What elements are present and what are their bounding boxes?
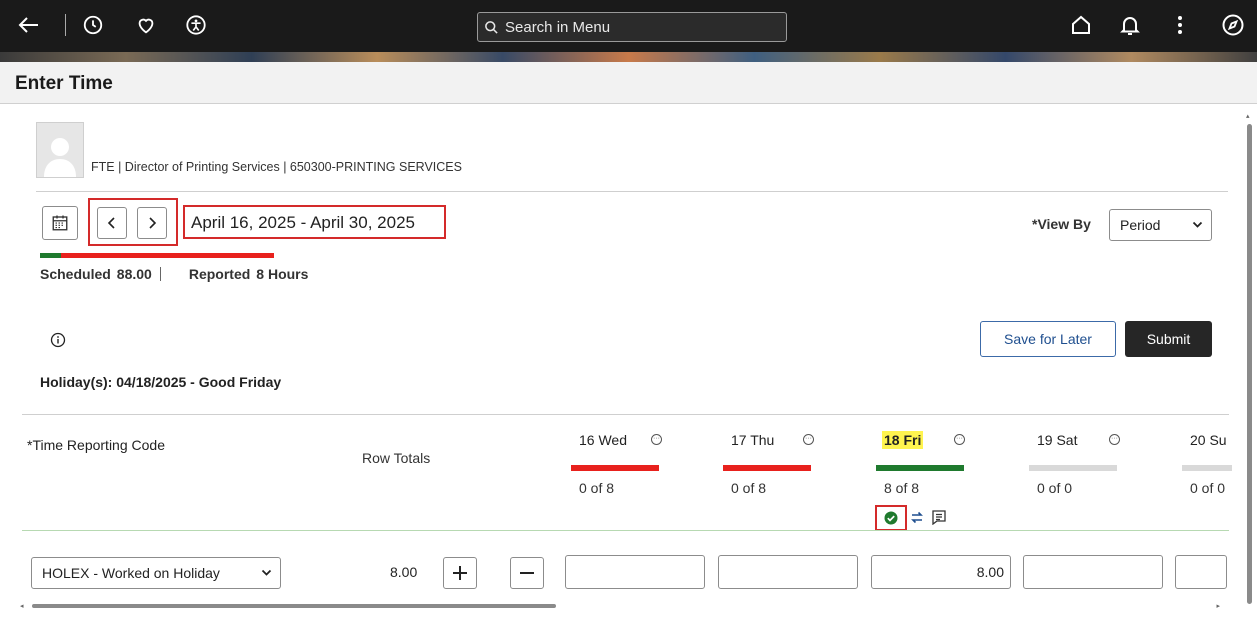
comment-icon[interactable] (931, 509, 947, 530)
calendar-icon (52, 215, 68, 231)
reported-progress-bar (40, 253, 274, 258)
approved-check-icon[interactable] (884, 511, 898, 530)
view-by-selected: Period (1120, 217, 1161, 233)
page-header: Enter Time (0, 62, 1257, 104)
period-range: April 16, 2025 - April 30, 2025 (191, 213, 415, 232)
day-status-bar (571, 465, 659, 471)
day-column-header: 17 Thu ··· 0 of 8 (723, 432, 873, 532)
delete-row-button[interactable] (510, 557, 544, 589)
reported-value: 8 Hours (256, 266, 309, 282)
holiday-sync-icon[interactable] (910, 510, 924, 530)
day-label: 19 Sat (1037, 432, 1078, 448)
scroll-thumb[interactable] (1247, 124, 1252, 604)
hours-input[interactable] (1175, 555, 1227, 589)
day-column-header: 16 Wed ··· 0 of 8 (571, 432, 721, 532)
banner-stripe (0, 52, 1257, 62)
day-options-icon[interactable]: ··· (651, 434, 662, 445)
add-row-button[interactable] (443, 557, 477, 589)
day-label: 16 Wed (579, 432, 627, 448)
horizontal-scrollbar[interactable]: ◂ ▸ (20, 602, 1230, 610)
info-icon[interactable] (50, 332, 66, 353)
hours-input[interactable] (565, 555, 705, 589)
scroll-up-arrow-icon[interactable]: ▴ (1246, 112, 1250, 120)
day-status-bar (723, 465, 811, 471)
accessibility-icon[interactable] (181, 10, 211, 40)
hours-input[interactable] (718, 555, 858, 589)
submit-button[interactable]: Submit (1125, 321, 1212, 357)
divider (36, 191, 1228, 192)
trc-selected: HOLEX - Worked on Holiday (42, 565, 220, 581)
trc-column-header: *Time Reporting Code (27, 437, 165, 453)
vertical-scrollbar[interactable]: ▴ (1244, 112, 1256, 617)
view-by-select[interactable]: Period (1109, 209, 1212, 241)
reported-label: Reported (188, 266, 251, 282)
divider (65, 14, 66, 36)
more-options-icon[interactable] (1165, 10, 1195, 40)
day-options-icon[interactable]: ··· (803, 434, 814, 445)
chevron-down-icon (1192, 221, 1203, 228)
scroll-thumb[interactable] (32, 604, 556, 608)
day-options-icon[interactable]: ··· (954, 434, 965, 445)
day-status-bar (1182, 465, 1232, 471)
employee-info: FTE | Director of Printing Services | 65… (91, 160, 462, 174)
person-silhouette-icon (44, 138, 76, 177)
day-status-bar (876, 465, 964, 471)
hours-input[interactable]: 8.00 (871, 555, 1011, 589)
save-for-later-button[interactable]: Save for Later (980, 321, 1116, 357)
scheduled-label: Scheduled (40, 266, 111, 282)
scheduled-reported-summary: Scheduled 88.00 Reported 8 Hours (40, 266, 308, 282)
row-total-value: 8.00 (390, 564, 418, 580)
day-hours-count: 8 of 8 (884, 480, 920, 496)
summary-divider (159, 267, 161, 281)
divider (22, 414, 1229, 415)
hours-input[interactable] (1023, 555, 1163, 589)
day-status-bar (1029, 465, 1117, 471)
day-options-icon[interactable]: ··· (1109, 434, 1120, 445)
calendar-button[interactable] (42, 206, 78, 240)
day-column-header: 19 Sat ··· 0 of 0 (1029, 432, 1179, 532)
back-arrow-icon[interactable] (14, 10, 44, 40)
plus-icon (453, 566, 467, 580)
home-icon[interactable] (1066, 10, 1096, 40)
previous-period-button[interactable] (97, 207, 127, 239)
trc-select[interactable]: HOLEX - Worked on Holiday (31, 557, 281, 589)
day-hours-count: 0 of 8 (579, 480, 615, 496)
page-title: Enter Time (15, 73, 113, 94)
search-icon (485, 20, 498, 34)
day-hours-count: 0 of 0 (1037, 480, 1073, 496)
notifications-bell-icon[interactable] (1115, 10, 1145, 40)
avatar (36, 122, 84, 178)
day-hours-count: 0 of 8 (731, 480, 767, 496)
navigator-compass-icon[interactable] (1218, 10, 1248, 40)
scroll-right-arrow-icon[interactable]: ▸ (1216, 602, 1220, 610)
next-period-button[interactable] (137, 207, 167, 239)
holiday-note: Holiday(s): 04/18/2025 - Good Friday (40, 374, 282, 390)
day-hours-count: 0 of 0 (1190, 480, 1226, 496)
top-navigation-bar: Search in Menu (0, 0, 1257, 62)
scheduled-value: 88.00 (116, 266, 152, 282)
day-label: 18 Fri (882, 431, 924, 449)
recent-clock-icon[interactable] (78, 10, 108, 40)
chevron-left-icon (107, 217, 115, 229)
reported-progress-fill (40, 253, 62, 258)
day-label: 17 Thu (731, 432, 775, 448)
row-divider (22, 530, 1229, 531)
search-input[interactable]: Search in Menu (477, 12, 787, 42)
favorites-heart-icon[interactable] (131, 10, 161, 40)
row-totals-header: Row Totals (362, 450, 431, 466)
chevron-down-icon (261, 569, 272, 576)
view-by-label: *View By (1032, 216, 1091, 232)
minus-icon (520, 572, 534, 574)
day-label: 20 Su (1190, 432, 1227, 448)
search-placeholder: Search in Menu (505, 18, 611, 36)
scroll-left-arrow-icon[interactable]: ◂ (20, 602, 24, 610)
chevron-right-icon (149, 217, 157, 229)
day-column-header: 20 Su···0 of 0 (1182, 432, 1232, 532)
